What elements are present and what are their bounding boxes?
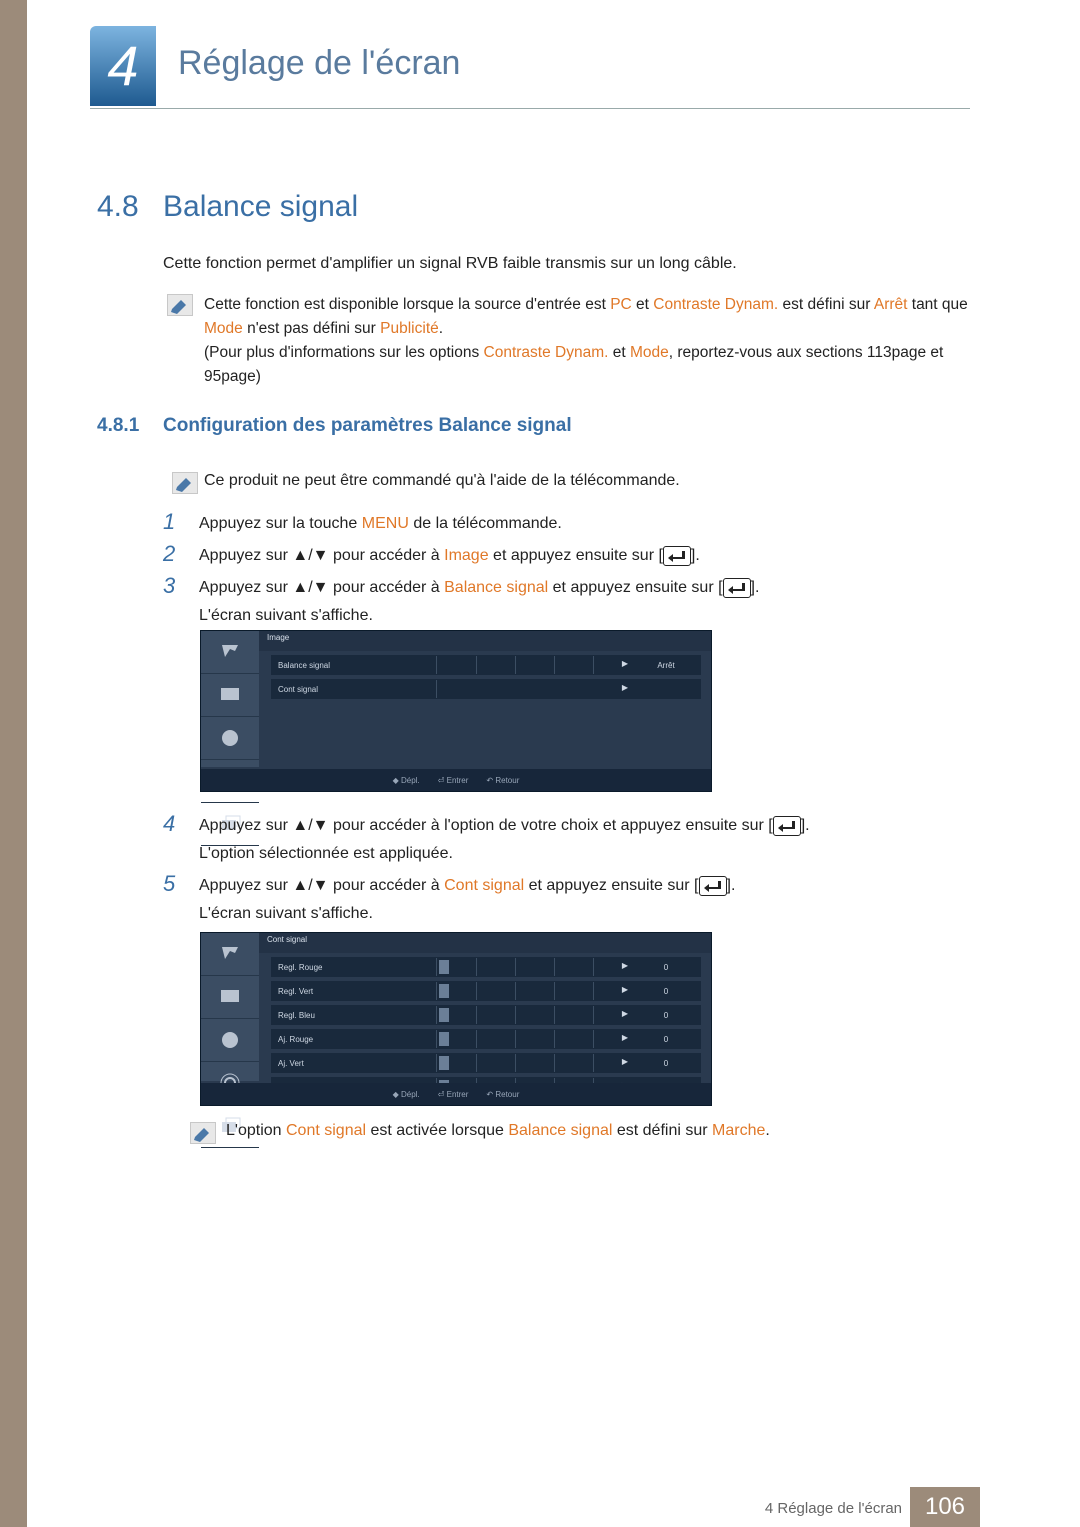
osd-footer: ◆ Dépl. ⏎ Entrer ↶ Retour [201, 769, 711, 791]
osd-row: Aj. Rouge▶0 [271, 1029, 701, 1049]
note-icon [167, 294, 193, 316]
osd-row: Regl. Rouge▶0 [271, 957, 701, 977]
footer-chapter: 4 Réglage de l'écran [765, 1500, 902, 1517]
osd-rows: Balance signal ▶ Arrêt Cont signal ▶ [271, 655, 701, 703]
note-icon [190, 1122, 216, 1144]
subsection-title: Configuration des paramètres Balance sig… [163, 415, 572, 437]
intro-paragraph: Cette fonction permet d'amplifier un sig… [163, 255, 970, 273]
note-cont-signal: L'option Cont signal est activée lorsque… [226, 1122, 970, 1140]
note-remote: Ce produit ne peut être commandé qu'à l'… [204, 472, 970, 490]
step-2: 2 Appuyez sur ▲/▼ pour accéder à Image e… [163, 542, 970, 570]
osd-sidebar [201, 933, 259, 1081]
osd-header: Cont signal [259, 933, 711, 953]
page-footer: 4 Réglage de l'écran 106 [0, 1487, 1080, 1527]
sound-icon [201, 1019, 259, 1062]
screen-icon [201, 674, 259, 717]
osd-row: Regl. Vert▶0 [271, 981, 701, 1001]
header-rule [90, 108, 970, 109]
subsection-number: 4.8.1 [97, 415, 139, 437]
osd-rows: Regl. Rouge▶0 Regl. Vert▶0 Regl. Bleu▶0 Aj.… [271, 957, 701, 1101]
osd-row: Cont signal ▶ [271, 679, 701, 699]
steps-list-a: 1 Appuyez sur la touche MENU de la téléc… [163, 510, 970, 634]
steps-list-b: 4 Appuyez sur ▲/▼ pour accéder à l'optio… [163, 812, 970, 932]
osd-header: Image [259, 631, 711, 651]
screen-icon [201, 976, 259, 1019]
image-icon [201, 631, 259, 674]
section-number: 4.8 [97, 190, 139, 224]
sound-icon [201, 717, 259, 760]
enter-icon [699, 876, 727, 896]
step-1: 1 Appuyez sur la touche MENU de la téléc… [163, 510, 970, 538]
step-4: 4 Appuyez sur ▲/▼ pour accéder à l'optio… [163, 812, 970, 868]
page-number: 106 [910, 1487, 980, 1527]
enter-icon [773, 816, 801, 836]
step-5: 5 Appuyez sur ▲/▼ pour accéder à Cont si… [163, 872, 970, 928]
osd-cont-signal: Cont signal Regl. Rouge▶0Regl. Vert▶0Reg… [200, 932, 712, 1106]
osd-footer: ◆ Dépl. ⏎ Entrer ↶ Retour [201, 1083, 711, 1105]
note-icon [172, 472, 198, 494]
osd-row: Aj. Vert▶0 [271, 1053, 701, 1073]
osd-sidebar [201, 631, 259, 767]
enter-icon [663, 546, 691, 566]
image-icon [201, 933, 259, 976]
sidebar-stripe [0, 0, 27, 1527]
section-title: Balance signal [163, 190, 358, 224]
osd-balance-signal: Image Balance signal ▶ Arrêt Cont signal… [200, 630, 712, 792]
enter-icon [723, 578, 751, 598]
osd-row: Regl. Bleu▶0 [271, 1005, 701, 1025]
info-block-1: Cette fonction est disponible lorsque la… [204, 293, 970, 389]
chapter-tab: 4 [90, 26, 156, 106]
step-3: 3 Appuyez sur ▲/▼ pour accéder à Balance… [163, 574, 970, 630]
osd-row: Balance signal ▶ Arrêt [271, 655, 701, 675]
chapter-title: Réglage de l'écran [178, 44, 460, 83]
